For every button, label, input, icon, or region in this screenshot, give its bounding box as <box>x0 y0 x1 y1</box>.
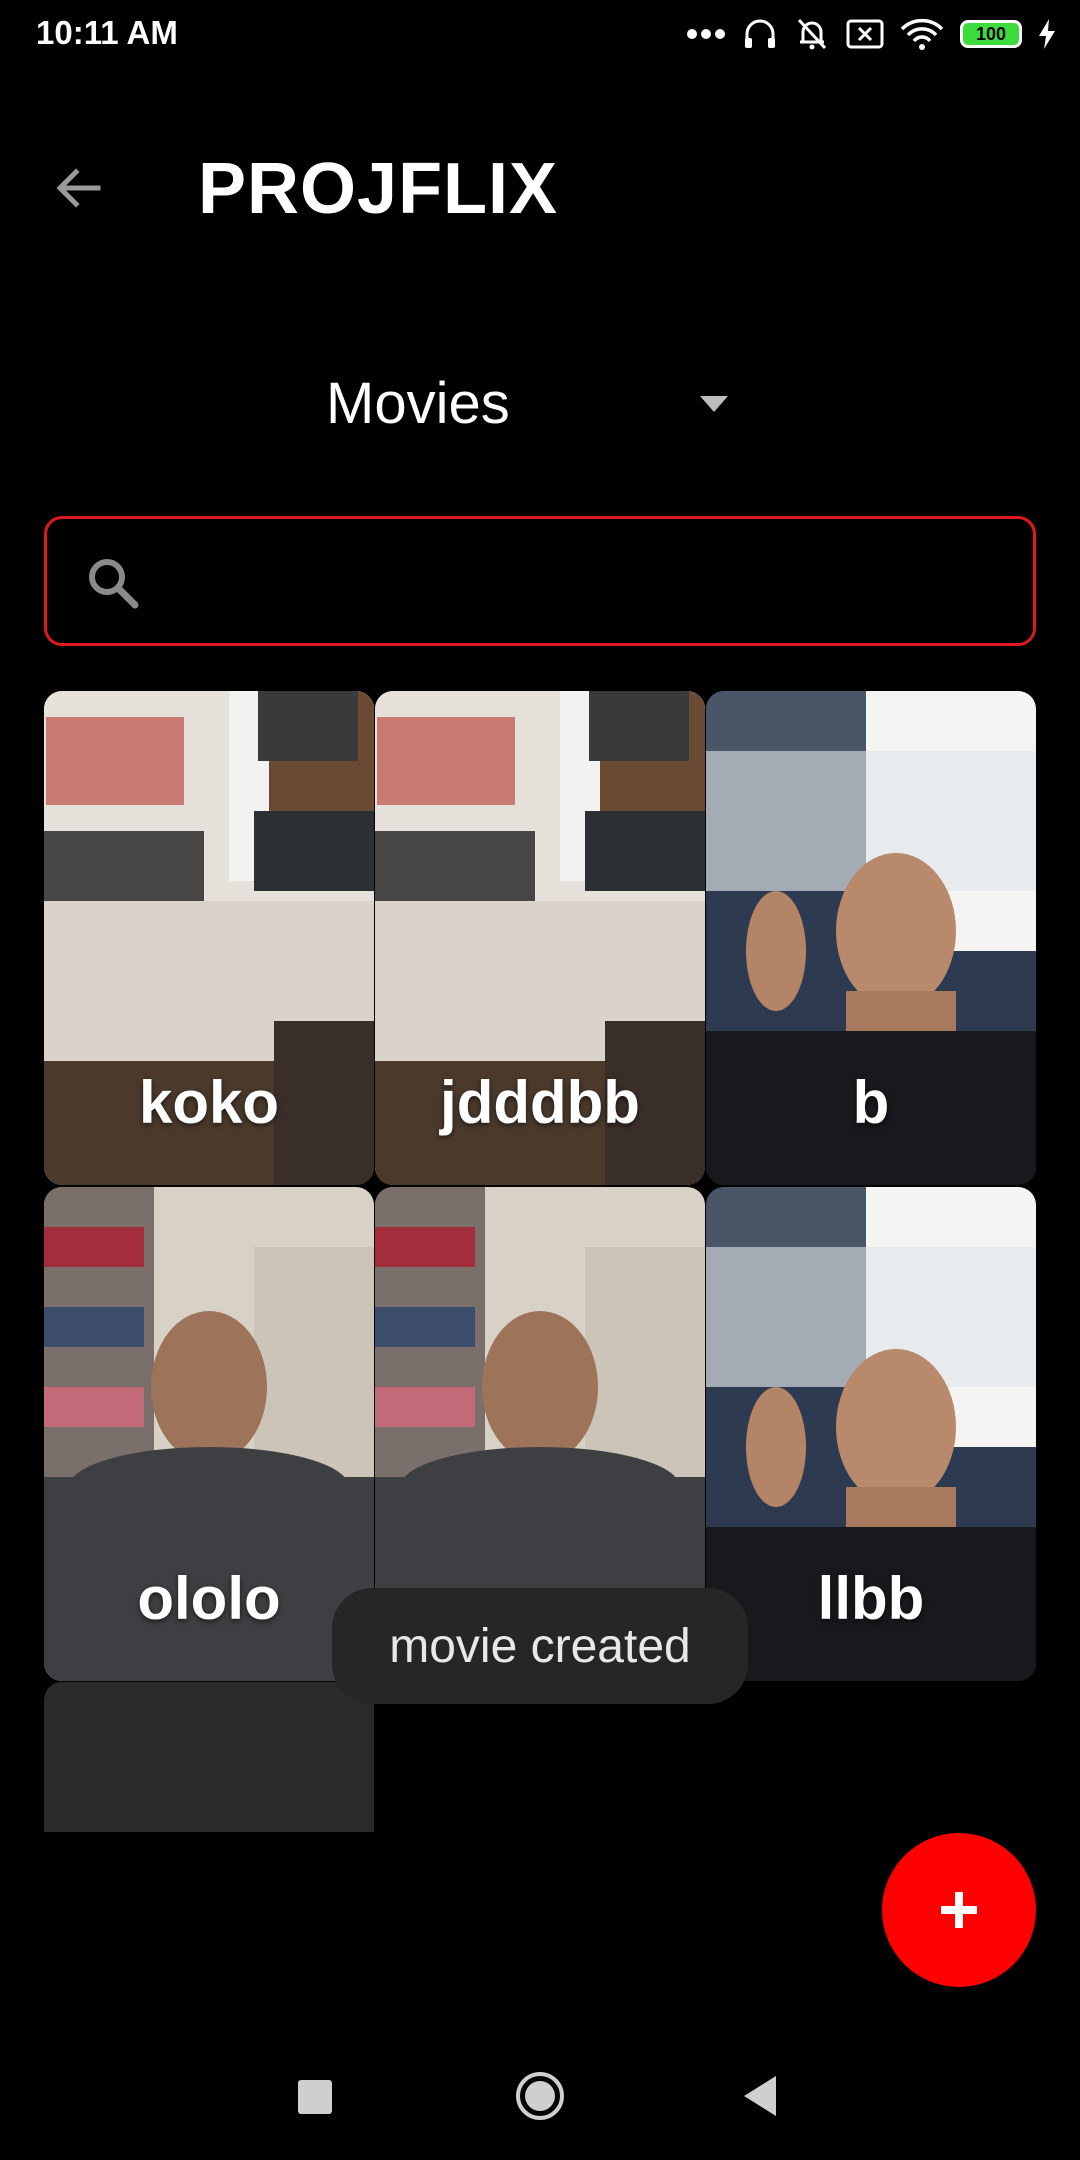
battery-level: 100 <box>975 23 1007 44</box>
nav-back-icon[interactable] <box>742 2074 778 2118</box>
app-title: PROJFLIX <box>198 149 559 229</box>
search-input[interactable] <box>167 539 1011 625</box>
battery-icon: 100 <box>960 20 1022 48</box>
add-movie-button[interactable] <box>882 1833 1036 1987</box>
movie-card[interactable]: llbb <box>706 1187 1036 1681</box>
charging-bolt-icon <box>1039 19 1055 49</box>
movie-card[interactable]: jdddbb <box>375 691 705 1185</box>
movie-title: jdddbb <box>440 1069 640 1136</box>
home-icon[interactable] <box>514 2070 566 2122</box>
bell-off-icon <box>797 18 827 50</box>
back-arrow-icon[interactable] <box>50 160 106 216</box>
search-box[interactable] <box>44 516 1036 646</box>
plus-icon <box>941 1892 977 1928</box>
system-nav-bar <box>0 2040 1080 2150</box>
headset-icon <box>745 19 775 48</box>
movie-card[interactable]: koko <box>44 691 374 1185</box>
dropdown-arrow-icon <box>700 396 728 412</box>
movie-card-placeholder[interactable] <box>44 1682 374 1832</box>
category-dropdown[interactable]: Movies <box>300 360 760 450</box>
wifi-icon <box>900 18 944 50</box>
no-sim-icon <box>846 19 884 49</box>
status-bar: 10:11 AM 100 <box>0 0 1080 70</box>
toast-message: movie created <box>332 1588 748 1704</box>
movie-card[interactable]: ololo <box>44 1187 374 1681</box>
movie-title: ololo <box>137 1565 281 1632</box>
category-selected-value: Movies <box>326 371 510 436</box>
status-time: 10:11 AM <box>36 14 178 51</box>
screen: 10:11 AM 100 PROJFLIX Movies koko jdddbb… <box>0 0 1080 2160</box>
movie-title: koko <box>138 1069 280 1136</box>
movie-card[interactable]: b <box>706 691 1036 1185</box>
movie-title: llbb <box>817 1565 925 1632</box>
recent-apps-icon[interactable] <box>298 2080 332 2114</box>
status-icons: 100 <box>686 12 1056 56</box>
search-icon <box>89 559 139 609</box>
more-dots-icon <box>687 29 725 39</box>
movie-title: b <box>852 1069 890 1136</box>
